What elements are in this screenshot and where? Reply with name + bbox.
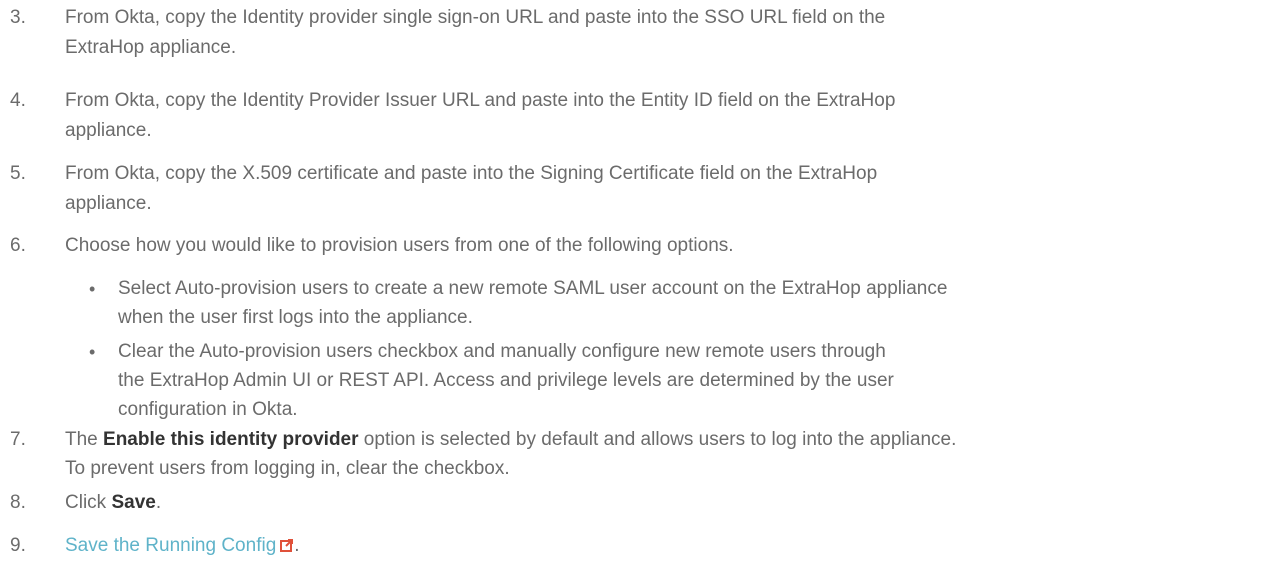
bullet-icon: • bbox=[89, 279, 96, 299]
document-body: 3. From Okta, copy the Identity provider… bbox=[0, 0, 1271, 582]
step-number: 4. bbox=[10, 90, 26, 111]
step-number: 6. bbox=[10, 235, 26, 256]
step-number: 7. bbox=[10, 429, 26, 450]
bullet-text-cont: when the user first logs into the applia… bbox=[118, 307, 473, 328]
step-text: The Enable this identity provider option… bbox=[65, 428, 1255, 452]
step-number: 8. bbox=[10, 492, 26, 513]
step-number: 5. bbox=[10, 163, 26, 184]
step-text: From Okta, copy the Identity provider si… bbox=[65, 7, 886, 28]
external-link-icon bbox=[280, 535, 294, 552]
step-text-cont: ExtraHop appliance. bbox=[65, 37, 237, 58]
step-text-cont: appliance. bbox=[65, 120, 152, 141]
bullet-text: Select Auto-provision users to create a … bbox=[118, 278, 948, 299]
step-text: From Okta, copy the Identity Provider Is… bbox=[65, 90, 896, 111]
bullet-text-cont: the ExtraHop Admin UI or REST API. Acces… bbox=[118, 370, 894, 391]
step-text-post: option is selected by default and allows… bbox=[358, 429, 957, 450]
step-text: Choose how you would like to provision u… bbox=[65, 235, 734, 256]
step-number: 3. bbox=[10, 7, 26, 28]
bullet-text-cont: configuration in Okta. bbox=[118, 399, 298, 420]
save-running-config-link[interactable]: Save the Running Config bbox=[65, 535, 294, 556]
step-text-cont: To prevent users from logging in, clear … bbox=[65, 458, 510, 479]
step-text-cont: appliance. bbox=[65, 193, 152, 214]
step-text-pre: Click bbox=[65, 492, 112, 513]
step-text: From Okta, copy the X.509 certificate an… bbox=[65, 163, 878, 184]
link-text: Save the Running Config bbox=[65, 535, 277, 556]
step-number: 9. bbox=[10, 535, 26, 556]
enable-identity-provider-label: Enable this identity provider bbox=[103, 429, 359, 450]
bullet-text: Clear the Auto-provision users checkbox … bbox=[118, 341, 886, 362]
bullet-icon: • bbox=[89, 342, 96, 362]
step-text: Click Save. bbox=[65, 491, 1255, 515]
save-label: Save bbox=[111, 492, 156, 513]
step-text-pre: The bbox=[65, 429, 104, 450]
step-text-post: . bbox=[294, 535, 300, 556]
step-text-post: . bbox=[155, 492, 162, 513]
step-text: Save the Running Config. bbox=[65, 534, 1255, 558]
